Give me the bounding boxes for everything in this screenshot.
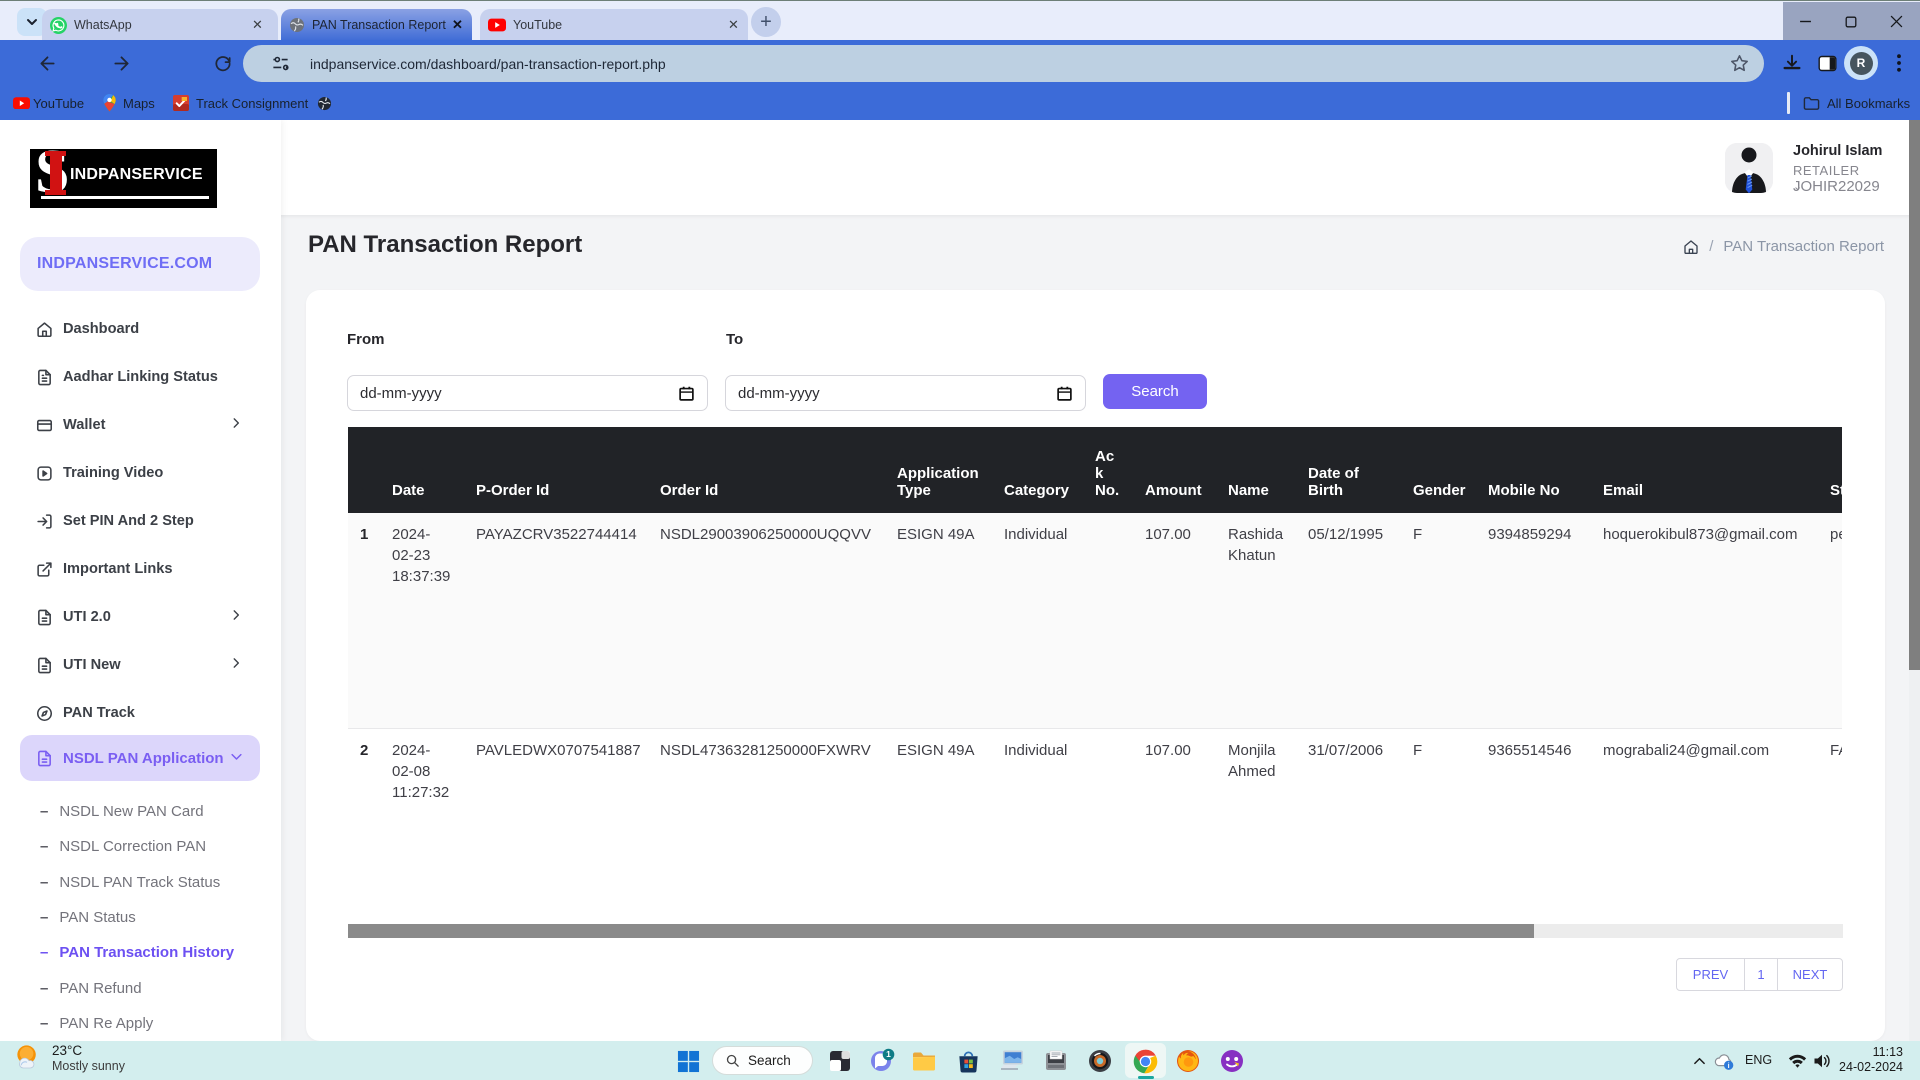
svg-text:1: 1 — [886, 1049, 891, 1059]
svg-text:i: i — [1728, 1061, 1730, 1070]
